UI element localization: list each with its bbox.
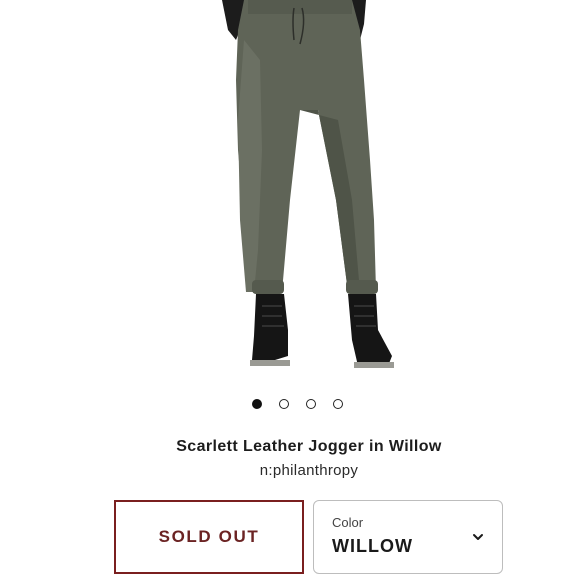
carousel-dot-1[interactable] [251,399,262,409]
carousel-dots [0,397,580,411]
color-select[interactable]: Color WILLOW [313,500,503,574]
product-image[interactable] [0,0,580,380]
carousel-dot-4[interactable] [332,399,343,409]
sold-out-button[interactable]: SOLD OUT [114,500,304,574]
carousel-dot-3[interactable] [305,399,316,409]
product-title: Scarlett Leather Jogger in Willow [176,438,442,455]
chevron-down-icon [473,534,483,540]
color-select-caption: Color [332,515,364,530]
jogger-pants-photo [222,0,394,368]
brand-name[interactable]: n:philanthropy [0,462,580,479]
sold-out-label: SOLD OUT [158,527,260,546]
color-select-value: WILLOW [332,536,413,556]
carousel-dot-2[interactable] [278,399,289,409]
